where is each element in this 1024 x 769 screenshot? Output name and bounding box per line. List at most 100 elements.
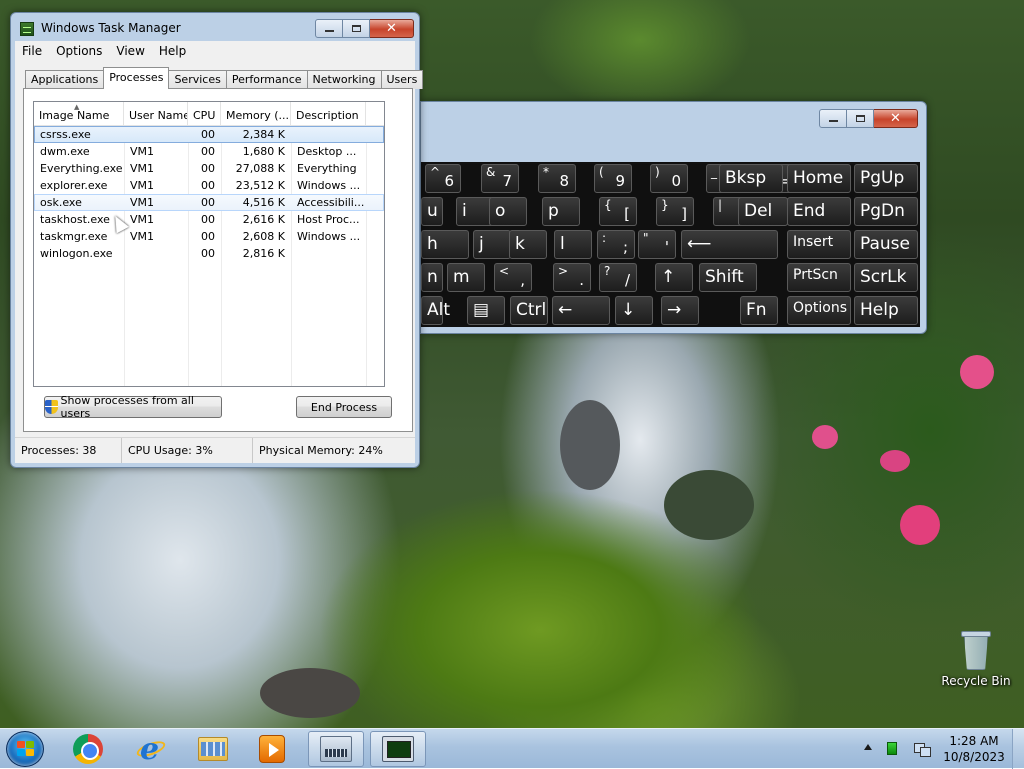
minimize-icon xyxy=(324,30,334,32)
column-user-name[interactable]: User Name xyxy=(124,102,188,125)
menu-options[interactable]: Options xyxy=(49,41,109,63)
key-p[interactable]: p xyxy=(542,197,580,226)
key-alt[interactable]: Alt xyxy=(421,296,450,325)
taskbar-media-player[interactable] xyxy=(244,731,300,767)
process-row[interactable]: Everything.exe VM1 00 27,088 K Everything xyxy=(34,160,384,177)
key-label: PrtScn xyxy=(793,267,838,283)
network-icon[interactable] xyxy=(914,741,931,757)
taskbar-internet-explorer[interactable]: e xyxy=(123,731,179,767)
key-shift[interactable]: Shift xyxy=(699,263,757,292)
process-row[interactable]: taskhost.exe VM1 00 2,616 K Host Proc... xyxy=(34,211,384,228)
key-symbol[interactable]: :; xyxy=(597,230,635,259)
menu-file[interactable]: File xyxy=(15,41,49,63)
key-symbol[interactable]: ? / xyxy=(599,263,637,292)
key-h[interactable]: h xyxy=(421,230,469,259)
process-row[interactable]: winlogon.exe 00 2,816 K xyxy=(34,245,384,262)
key-j[interactable]: j xyxy=(473,230,511,259)
key-k[interactable]: k xyxy=(509,230,547,259)
key-symbol[interactable]: ⟵ xyxy=(681,230,778,259)
tab-performance[interactable]: Performance xyxy=(225,70,308,89)
key-pause[interactable]: Pause xyxy=(854,230,918,259)
column-description[interactable]: Description xyxy=(291,102,366,125)
key-symbol[interactable]: ← xyxy=(552,296,610,325)
process-row[interactable]: dwm.exe VM1 00 1,680 K Desktop ... xyxy=(34,143,384,160)
key-symbol[interactable]: " ' xyxy=(638,230,676,259)
key-pgdn[interactable]: PgDn xyxy=(854,197,918,226)
osk-close-button[interactable]: ✕ xyxy=(874,109,918,128)
key-symbol[interactable]: >. xyxy=(553,263,591,292)
key-ctrl[interactable]: Ctrl xyxy=(510,296,548,325)
key-scrlk[interactable]: ScrLk xyxy=(854,263,918,292)
column-memory[interactable]: Memory (... xyxy=(221,102,291,125)
key-o[interactable]: o xyxy=(489,197,527,226)
menu-view[interactable]: View xyxy=(109,41,151,63)
key-symbol[interactable]: ↑ xyxy=(655,263,693,292)
key-n[interactable]: n xyxy=(421,263,443,292)
key-insert[interactable]: Insert xyxy=(787,230,851,259)
menu-help[interactable]: Help xyxy=(152,41,193,63)
key-symbol[interactable]: ↓ xyxy=(615,296,653,325)
recycle-bin-shortcut[interactable]: Recycle Bin xyxy=(938,628,1014,688)
key-label: Fn xyxy=(746,300,767,320)
key-options[interactable]: Options xyxy=(787,296,851,325)
task-manager-titlebar[interactable]: Windows Task Manager ✕ xyxy=(11,13,419,43)
key-l[interactable]: l xyxy=(554,230,592,259)
key-symbol[interactable]: ▤ xyxy=(467,296,505,325)
show-all-processes-button[interactable]: Show processes from all users xyxy=(44,394,222,420)
process-row[interactable]: osk.exe VM1 00 4,516 K Accessibili... xyxy=(34,194,384,211)
tab-processes[interactable]: Processes xyxy=(103,67,170,89)
tab-applications[interactable]: Applications xyxy=(25,70,105,89)
osk-maximize-button[interactable] xyxy=(847,109,874,128)
key-u[interactable]: u xyxy=(421,197,443,226)
key-bksp[interactable]: Bksp xyxy=(719,164,783,193)
key-help[interactable]: Help xyxy=(854,296,918,325)
key-symbol[interactable]: <, xyxy=(494,263,532,292)
menu-bar: File Options View Help xyxy=(15,41,415,63)
key-m[interactable]: m xyxy=(447,263,485,292)
taskbar-task-manager[interactable] xyxy=(370,731,426,767)
osk-minimize-button[interactable] xyxy=(819,109,847,128)
process-list[interactable]: ▲ Image Name User Name CPU Memory (... D… xyxy=(33,101,385,387)
process-memory-cell: 2,816 K xyxy=(242,247,285,260)
column-image-name[interactable]: ▲ Image Name xyxy=(34,102,124,125)
on-screen-keyboard-window[interactable]: ✕ ^6&7*8(9)0_-+=BkspHomePgUpuiop{[}]|\De… xyxy=(420,101,927,334)
key-symbol[interactable]: → xyxy=(661,296,699,325)
system-clock[interactable]: 1:28 AM 10/8/2023 xyxy=(940,733,1008,765)
key-del[interactable]: Del xyxy=(738,197,788,226)
column-cpu[interactable]: CPU xyxy=(188,102,221,125)
tab-networking[interactable]: Networking xyxy=(306,70,382,89)
key-0[interactable]: ) 0 xyxy=(650,164,688,193)
minimize-button[interactable] xyxy=(315,19,343,38)
show-desktop-button[interactable] xyxy=(1012,729,1024,769)
key-label: m xyxy=(453,267,470,287)
key-shift-label: < xyxy=(499,264,510,278)
taskbar-file-explorer[interactable] xyxy=(185,731,241,767)
process-memory-cell: 4,516 K xyxy=(242,196,285,209)
taskbar-on-screen-keyboard[interactable] xyxy=(308,731,364,767)
task-manager-window[interactable]: Windows Task Manager ✕ File Options View… xyxy=(10,12,424,468)
key-pgup[interactable]: PgUp xyxy=(854,164,918,193)
tab-users[interactable]: Users xyxy=(380,70,424,89)
maximize-button[interactable] xyxy=(343,19,370,38)
key-fn[interactable]: Fn xyxy=(740,296,778,325)
key-6[interactable]: ^ 6 xyxy=(425,164,461,193)
tab-services[interactable]: Services xyxy=(168,70,227,89)
close-button[interactable]: ✕ xyxy=(370,19,414,38)
key-symbol[interactable]: {[ xyxy=(599,197,637,226)
tray-green-icon[interactable] xyxy=(887,742,897,755)
key-symbol[interactable]: }] xyxy=(656,197,694,226)
key-end[interactable]: End xyxy=(787,197,851,226)
process-row[interactable]: taskmgr.exe VM1 00 2,608 K Windows ... xyxy=(34,228,384,245)
show-hidden-icons-icon[interactable] xyxy=(864,744,872,750)
key-9[interactable]: (9 xyxy=(594,164,632,193)
key-label: 7 xyxy=(502,172,512,190)
taskbar-chrome[interactable] xyxy=(60,731,116,767)
key-home[interactable]: Home xyxy=(787,164,851,193)
end-process-button[interactable]: End Process xyxy=(296,396,392,418)
process-row[interactable]: csrss.exe 00 2,384 K xyxy=(34,126,384,143)
process-row[interactable]: explorer.exe VM1 00 23,512 K Windows ... xyxy=(34,177,384,194)
key-8[interactable]: * 8 xyxy=(538,164,576,193)
key-prtscn[interactable]: PrtScn xyxy=(787,263,851,292)
key-7[interactable]: & 7 xyxy=(481,164,519,193)
start-button[interactable] xyxy=(6,731,44,767)
